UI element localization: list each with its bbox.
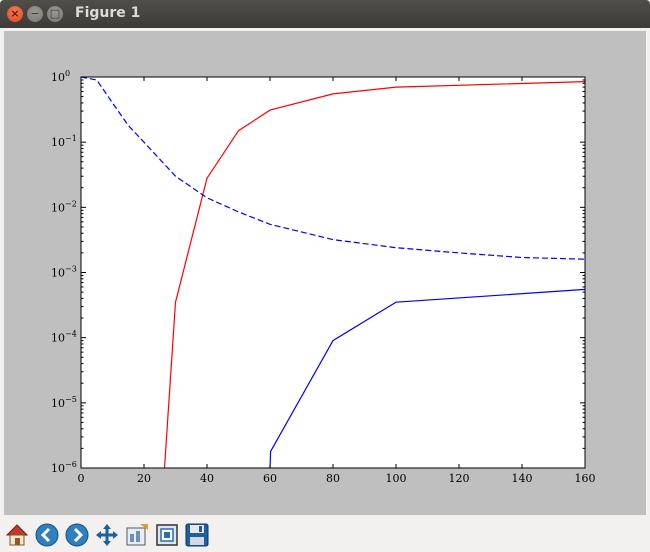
configure-subplots-button[interactable]: [124, 522, 150, 548]
y-tick-exponent: −4: [65, 330, 77, 339]
x-tick-label: 140: [512, 472, 533, 485]
back-arrow-icon: [35, 523, 59, 547]
maximize-window-icon[interactable]: □: [47, 6, 63, 22]
pan-button[interactable]: [94, 522, 120, 548]
x-tick-label: 60: [263, 472, 277, 485]
minimize-window-icon[interactable]: −: [27, 6, 43, 22]
y-tick-label: 10: [51, 71, 65, 84]
x-tick-label: 40: [200, 472, 214, 485]
x-tick-label: 120: [449, 472, 470, 485]
home-icon: [5, 524, 29, 546]
x-tick-label: 80: [326, 472, 340, 485]
y-tick-exponent: 0: [65, 69, 70, 78]
navigation-toolbar: [0, 518, 650, 552]
forward-button[interactable]: [64, 522, 90, 548]
x-tick-label: 20: [137, 472, 151, 485]
window-titlebar: × − □ Figure 1: [0, 0, 650, 28]
window-title: Figure 1: [75, 5, 141, 21]
floppy-disk-icon: [185, 523, 209, 547]
y-tick-exponent: −6: [65, 460, 77, 469]
close-window-icon[interactable]: ×: [7, 6, 23, 22]
plot-area: [81, 77, 585, 468]
x-tick-label: 100: [386, 472, 407, 485]
save-button[interactable]: [184, 522, 210, 548]
forward-arrow-icon: [65, 523, 89, 547]
y-tick-label: 10: [51, 267, 65, 280]
subplots-config-icon: [126, 524, 148, 546]
back-button[interactable]: [34, 522, 60, 548]
x-tick-label: 160: [575, 472, 596, 485]
y-tick-label: 10: [51, 462, 65, 475]
y-tick-label: 10: [51, 201, 65, 214]
y-tick-exponent: −5: [65, 395, 77, 404]
chart: 0 20 40 60 80 100 120 140 16010 −610 −510 −410 −310−…: [51, 69, 596, 485]
y-tick-exponent: −1: [65, 134, 77, 143]
y-tick-label: 10: [51, 397, 65, 410]
y-tick-label: 10: [51, 332, 65, 345]
figure-canvas[interactable]: 0 20 40 60 80 100 120 140 160 10 −6 10 −5 10 −4 10 −3 10−…: [4, 31, 646, 515]
y-tick-exponent: −3: [65, 265, 77, 274]
y-tick-label: 10: [51, 136, 65, 149]
x-tick-label: 0: [78, 472, 85, 485]
zoom-rect-icon: [156, 524, 178, 546]
move-arrows-icon: [96, 524, 118, 546]
home-button[interactable]: [4, 522, 30, 548]
y-tick-exponent: −2: [65, 199, 77, 208]
zoom-button[interactable]: [154, 522, 180, 548]
